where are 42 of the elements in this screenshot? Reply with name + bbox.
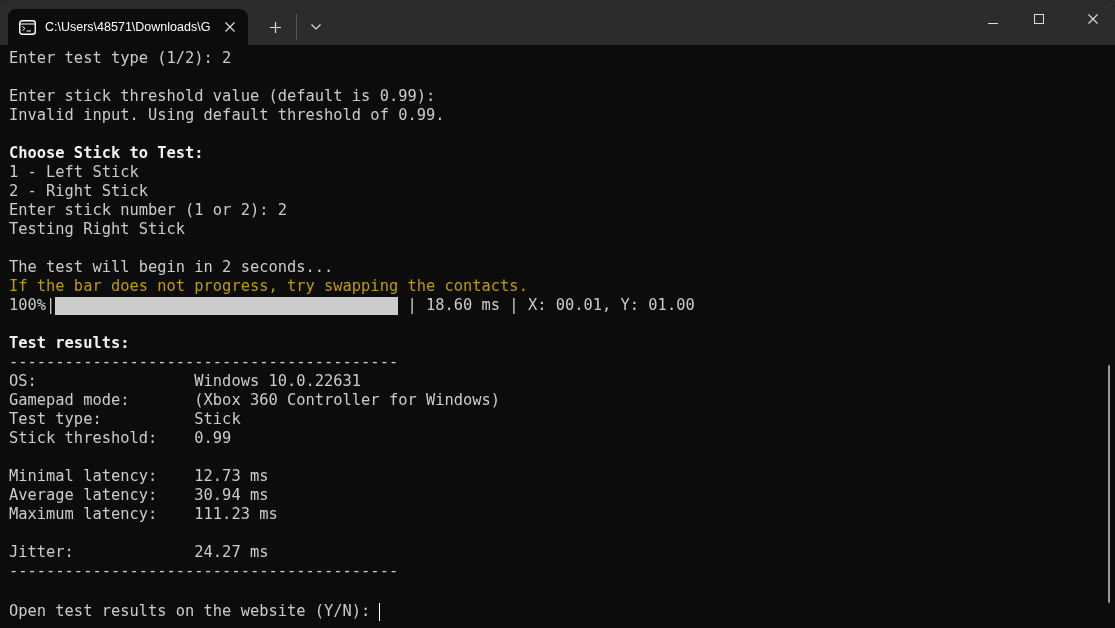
terminal-tab[interactable]: C:\Users\48571\Downloads\G bbox=[8, 9, 248, 45]
console-text: ------------------------------------------ bbox=[9, 353, 399, 372]
result-value: 111.23 ms bbox=[194, 505, 278, 524]
result-value: 30.94 ms bbox=[194, 486, 269, 505]
console-heading: Test results: bbox=[9, 334, 130, 353]
result-value: Windows 10.0.22631 bbox=[194, 372, 362, 391]
console-heading: Choose Stick to Test: bbox=[9, 144, 204, 163]
result-label: OS: bbox=[9, 372, 38, 391]
maximize-icon[interactable] bbox=[1034, 14, 1044, 24]
result-value: 12.73 ms bbox=[194, 467, 269, 486]
warning-text: If the bar does not progress, try swapping the contacts. bbox=[9, 277, 528, 296]
console-text: Testing Right Stick bbox=[9, 220, 186, 239]
text-cursor bbox=[379, 602, 381, 621]
input-prompt: Open test results on the website (Y/N): bbox=[9, 602, 371, 621]
result-label: Minimal latency: bbox=[9, 467, 159, 486]
terminal-icon bbox=[19, 19, 36, 35]
result-label: Test type: bbox=[9, 410, 103, 429]
result-label: Stick threshold: bbox=[9, 429, 159, 448]
result-value: (Xbox 360 Controller for Windows) bbox=[194, 391, 501, 410]
console-text: The test will begin in 2 seconds... bbox=[9, 258, 334, 277]
dropdown-icon[interactable] bbox=[311, 24, 321, 30]
progress-percent: 100%| bbox=[9, 296, 56, 315]
console-text: Enter test type (1/2): 2 bbox=[9, 49, 232, 68]
console-text: Invalid input. Using default threshold of 0.99. bbox=[9, 106, 445, 125]
result-value: 0.99 bbox=[194, 429, 232, 448]
result-label: Gamepad mode: bbox=[9, 391, 131, 410]
close-icon[interactable] bbox=[1088, 14, 1098, 24]
new-tab-icon[interactable] bbox=[270, 22, 281, 33]
scrollbar[interactable] bbox=[1108, 365, 1110, 603]
result-label: Maximum latency: bbox=[9, 505, 159, 524]
console-text: Enter stick number (1 or 2): 2 bbox=[9, 201, 287, 220]
console-text: Enter stick threshold value (default is 0.99): bbox=[9, 87, 436, 106]
tab-title: C:\Users\48571\Downloads\G bbox=[45, 20, 210, 34]
result-label: Average latency: bbox=[9, 486, 159, 505]
close-icon[interactable] bbox=[225, 22, 235, 32]
console-text: 1 - Left Stick bbox=[9, 163, 139, 182]
result-value: 24.27 ms bbox=[194, 543, 269, 562]
result-value: Stick bbox=[194, 410, 241, 429]
console-text: ------------------------------------------ bbox=[9, 562, 399, 581]
console-text: 2 - Right Stick bbox=[9, 182, 148, 201]
progress-stats: | 18.60 ms | X: 00.01, Y: 01.00 bbox=[406, 296, 695, 315]
result-label: Jitter: bbox=[9, 543, 75, 562]
